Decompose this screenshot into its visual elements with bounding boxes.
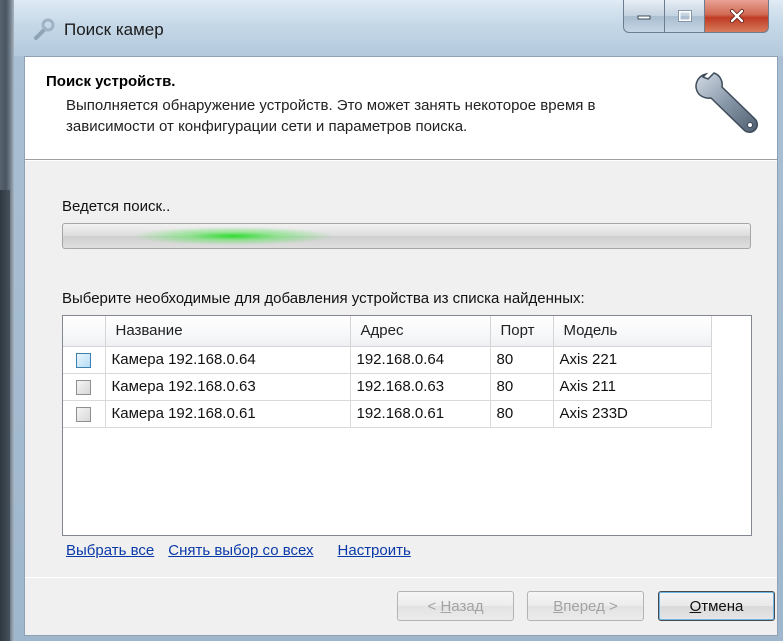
table-row[interactable]: Камера 192.168.0.61 192.168.0.61 80 Axis… xyxy=(63,400,712,428)
configure-link[interactable]: Настроить xyxy=(338,542,411,559)
cell-port: 80 xyxy=(490,346,554,374)
cancel-button[interactable]: Отмена xyxy=(658,591,775,621)
selection-links: Выбрать все Снять выбор со всех Настроит… xyxy=(66,542,411,559)
table-header-row: Название Адрес Порт Модель xyxy=(63,316,712,347)
search-status-text: Ведется поиск.. xyxy=(62,198,171,215)
next-button-label: перед xyxy=(563,597,605,615)
close-button[interactable] xyxy=(705,0,769,33)
search-progress-bar xyxy=(62,223,751,249)
select-all-link[interactable]: Выбрать все xyxy=(66,542,154,559)
cell-name: Камера 192.168.0.64 xyxy=(105,346,351,374)
device-checkbox[interactable] xyxy=(76,379,92,395)
row-checkbox-cell[interactable] xyxy=(63,346,106,374)
back-button-accel: Н xyxy=(440,597,452,615)
back-button-label: азад xyxy=(451,597,484,615)
back-button[interactable]: < Назад xyxy=(397,591,514,621)
next-button[interactable]: Вперед > xyxy=(527,591,644,621)
maximize-button[interactable] xyxy=(665,0,705,33)
next-button-accel: В xyxy=(553,597,564,615)
cancel-button-label: тмена xyxy=(701,597,744,615)
cell-port: 80 xyxy=(490,373,554,401)
column-header-address[interactable]: Адрес xyxy=(350,316,491,347)
wrench-icon xyxy=(34,18,55,40)
minimize-icon xyxy=(637,15,651,20)
next-button-suffix: > xyxy=(604,597,618,615)
device-table: Название Адрес Порт Модель Камера 192.16… xyxy=(63,316,712,428)
table-row[interactable]: Камера 192.168.0.64 192.168.0.64 80 Axis… xyxy=(63,346,712,374)
column-header-name[interactable]: Название xyxy=(105,316,351,347)
device-list[interactable]: Название Адрес Порт Модель Камера 192.16… xyxy=(62,315,752,536)
cell-name: Камера 192.168.0.63 xyxy=(105,373,351,401)
row-checkbox-cell[interactable] xyxy=(63,373,106,401)
header-subtitle: Выполняется обнаружение устройств. Это м… xyxy=(66,97,596,135)
device-checkbox[interactable] xyxy=(76,352,92,368)
cell-model: Axis 233D xyxy=(553,400,712,428)
cell-address: 192.168.0.63 xyxy=(350,373,491,401)
cell-name: Камера 192.168.0.61 xyxy=(105,400,351,428)
back-button-prefix: < xyxy=(427,597,441,615)
cancel-button-accel: О xyxy=(689,597,702,615)
cell-address: 192.168.0.64 xyxy=(350,346,491,374)
window-title: Поиск камер xyxy=(64,20,164,39)
cell-port: 80 xyxy=(490,400,554,428)
minimize-button[interactable] xyxy=(623,0,665,33)
progress-marquee xyxy=(123,226,343,246)
close-icon xyxy=(729,9,744,23)
footer-divider xyxy=(25,577,777,578)
row-checkbox-cell[interactable] xyxy=(63,400,106,428)
cell-address: 192.168.0.61 xyxy=(350,400,491,428)
column-header-checkbox[interactable] xyxy=(63,316,106,347)
column-header-port[interactable]: Порт xyxy=(490,316,554,347)
deselect-all-link[interactable]: Снять выбор со всех xyxy=(168,542,313,559)
header-title: Поиск устройств. xyxy=(46,73,176,90)
table-row[interactable]: Камера 192.168.0.63 192.168.0.63 80 Axis… xyxy=(63,373,712,401)
device-checkbox[interactable] xyxy=(76,406,92,422)
cell-model: Axis 221 xyxy=(553,346,712,374)
instruction-text: Выберите необходимые для добавления устр… xyxy=(62,290,585,307)
caption-buttons xyxy=(623,0,769,33)
wrench-icon xyxy=(695,72,758,133)
cell-model: Axis 211 xyxy=(553,373,712,401)
column-header-model[interactable]: Модель xyxy=(553,316,712,347)
window-left-edge xyxy=(0,0,14,641)
maximize-icon xyxy=(677,10,692,22)
